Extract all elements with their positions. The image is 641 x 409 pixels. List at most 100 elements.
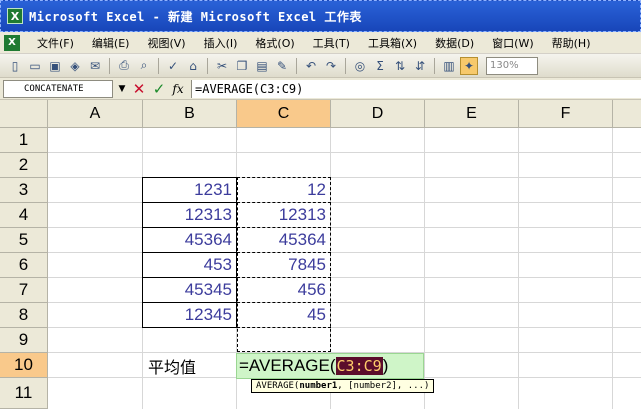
permission-icon[interactable]: ◈ [66, 57, 84, 75]
cell-b6[interactable]: 453 [143, 253, 236, 277]
row-header-10[interactable]: 10 [0, 353, 48, 378]
toolbar-separator [158, 57, 159, 74]
enter-icon[interactable]: ✓ [149, 80, 169, 98]
column-header-d[interactable]: D [331, 100, 425, 128]
toolbar-separator [109, 57, 110, 74]
menu-insert[interactable]: 插入(I) [195, 35, 247, 51]
grid-line [48, 177, 641, 178]
range-reference: C3:C9 [335, 357, 383, 375]
toolbar-separator [345, 57, 346, 74]
grid-line [48, 327, 641, 328]
cell-b3[interactable]: 1231 [143, 178, 236, 202]
cell-b10[interactable]: 平均值 [148, 354, 236, 378]
menu-window[interactable]: 窗口(W) [483, 35, 542, 51]
save-icon[interactable]: ▣ [46, 57, 64, 75]
excel-app-icon[interactable]: X [7, 8, 23, 24]
worksheet-grid: A B C D E F 1 2 3 4 5 6 7 8 9 10 11 1231… [0, 100, 641, 409]
grid-line [518, 128, 519, 409]
cell-c8[interactable]: 45 [237, 303, 330, 327]
row-header-3[interactable]: 3 [0, 178, 48, 203]
formula-input[interactable]: =AVERAGE(C3:C9) [191, 79, 641, 98]
select-all-corner[interactable] [0, 100, 48, 128]
row-header-9[interactable]: 9 [0, 328, 48, 353]
grid-line [48, 152, 641, 153]
column-header-e[interactable]: E [425, 100, 519, 128]
grid-line [48, 202, 641, 203]
sort-descending-icon[interactable]: ⇵ [411, 57, 429, 75]
toolbar-separator [434, 57, 435, 74]
zoom-dropdown[interactable]: 130% [486, 56, 538, 75]
cell-c7[interactable]: 456 [237, 278, 330, 302]
column-header-a[interactable]: A [48, 100, 143, 128]
email-icon[interactable]: ✉ [86, 57, 104, 75]
cell-b7[interactable]: 45345 [143, 278, 236, 302]
cell-b5[interactable]: 45364 [143, 228, 236, 252]
new-icon[interactable]: ▯ [6, 57, 24, 75]
cancel-icon[interactable]: ✕ [129, 80, 149, 98]
menu-toolbox[interactable]: 工具箱(X) [359, 35, 426, 51]
sort-ascending-icon[interactable]: ⇅ [391, 57, 409, 75]
spelling-icon[interactable]: ✓ [164, 57, 182, 75]
cell-b4[interactable]: 12313 [143, 203, 236, 227]
tooltip-rest: , [number2], ...) [337, 381, 430, 391]
row-header-5[interactable]: 5 [0, 228, 48, 253]
print-icon[interactable]: ⎙ [115, 57, 133, 75]
menu-format[interactable]: 格式(O) [246, 35, 303, 51]
grid-line [48, 277, 641, 278]
cell-c4[interactable]: 12313 [237, 203, 330, 227]
menu-view[interactable]: 视图(V) [138, 35, 194, 51]
row-header-6[interactable]: 6 [0, 253, 48, 278]
toolbar-separator [296, 57, 297, 74]
grid-line [48, 302, 641, 303]
title-bar: X Microsoft Excel - 新建 Microsoft Excel 工… [0, 0, 641, 32]
function-argument-tooltip[interactable]: AVERAGE(number1, [number2], ...) [251, 379, 435, 393]
row-header-1[interactable]: 1 [0, 128, 48, 153]
hyperlink-icon[interactable]: ◎ [351, 57, 369, 75]
undo-icon[interactable]: ↶ [302, 57, 320, 75]
cell-c6[interactable]: 7845 [237, 253, 330, 277]
menu-bar: X 文件(F) 编辑(E) 视图(V) 插入(I) 格式(O) 工具(T) 工具… [0, 32, 641, 54]
formula-prefix: =AVERAGE( [239, 356, 336, 375]
open-icon[interactable]: ▭ [26, 57, 44, 75]
cell-c3[interactable]: 12 [237, 178, 330, 202]
toolbar-separator [207, 57, 208, 74]
grid-line [424, 128, 425, 409]
chart-wizard-icon[interactable]: ▥ [440, 57, 458, 75]
column-header-f[interactable]: F [519, 100, 613, 128]
name-box[interactable]: CONCATENATE [3, 79, 113, 98]
cell-area[interactable]: 1231 12313 45364 453 45345 12345 12 1231… [48, 128, 641, 409]
print-preview-icon[interactable]: ⌕ [135, 57, 153, 75]
active-cell-c10[interactable]: =AVERAGE( C3:C9 ) [236, 353, 424, 379]
column-header-c[interactable]: C [237, 100, 331, 128]
menu-data[interactable]: 数据(D) [426, 35, 483, 51]
window-title: Microsoft Excel - 新建 Microsoft Excel 工作表 [29, 9, 362, 24]
insert-function-icon[interactable]: fx [169, 82, 187, 96]
copy-icon[interactable]: ❐ [233, 57, 251, 75]
research-icon[interactable]: ⌂ [184, 57, 202, 75]
column-header-g[interactable] [613, 100, 641, 128]
menu-file[interactable]: 文件(F) [28, 35, 83, 51]
formula-bar: CONCATENATE ▼ ✕ ✓ fx =AVERAGE(C3:C9) [0, 78, 641, 100]
cut-icon[interactable]: ✂ [213, 57, 231, 75]
cell-c5[interactable]: 45364 [237, 228, 330, 252]
menu-edit[interactable]: 编辑(E) [83, 35, 139, 51]
cell-b8[interactable]: 12345 [143, 303, 236, 327]
grid-line [48, 252, 641, 253]
row-header-8[interactable]: 8 [0, 303, 48, 328]
menu-help[interactable]: 帮助(H) [543, 35, 600, 51]
row-header-4[interactable]: 4 [0, 203, 48, 228]
workbook-icon[interactable]: X [4, 34, 20, 51]
drawing-icon[interactable]: ✦ [460, 56, 478, 75]
row-header-7[interactable]: 7 [0, 278, 48, 303]
row-header-11[interactable]: 11 [0, 378, 48, 409]
name-box-dropdown-icon[interactable]: ▼ [115, 84, 129, 94]
autosum-icon[interactable]: Σ [371, 57, 389, 75]
menu-tools[interactable]: 工具(T) [304, 35, 359, 51]
grid-line [612, 128, 613, 409]
format-painter-icon[interactable]: ✎ [273, 57, 291, 75]
row-header-2[interactable]: 2 [0, 153, 48, 178]
redo-icon[interactable]: ↷ [322, 57, 340, 75]
column-header-b[interactable]: B [143, 100, 237, 128]
tooltip-current-arg[interactable]: number1 [299, 381, 337, 391]
paste-icon[interactable]: ▤ [253, 57, 271, 75]
